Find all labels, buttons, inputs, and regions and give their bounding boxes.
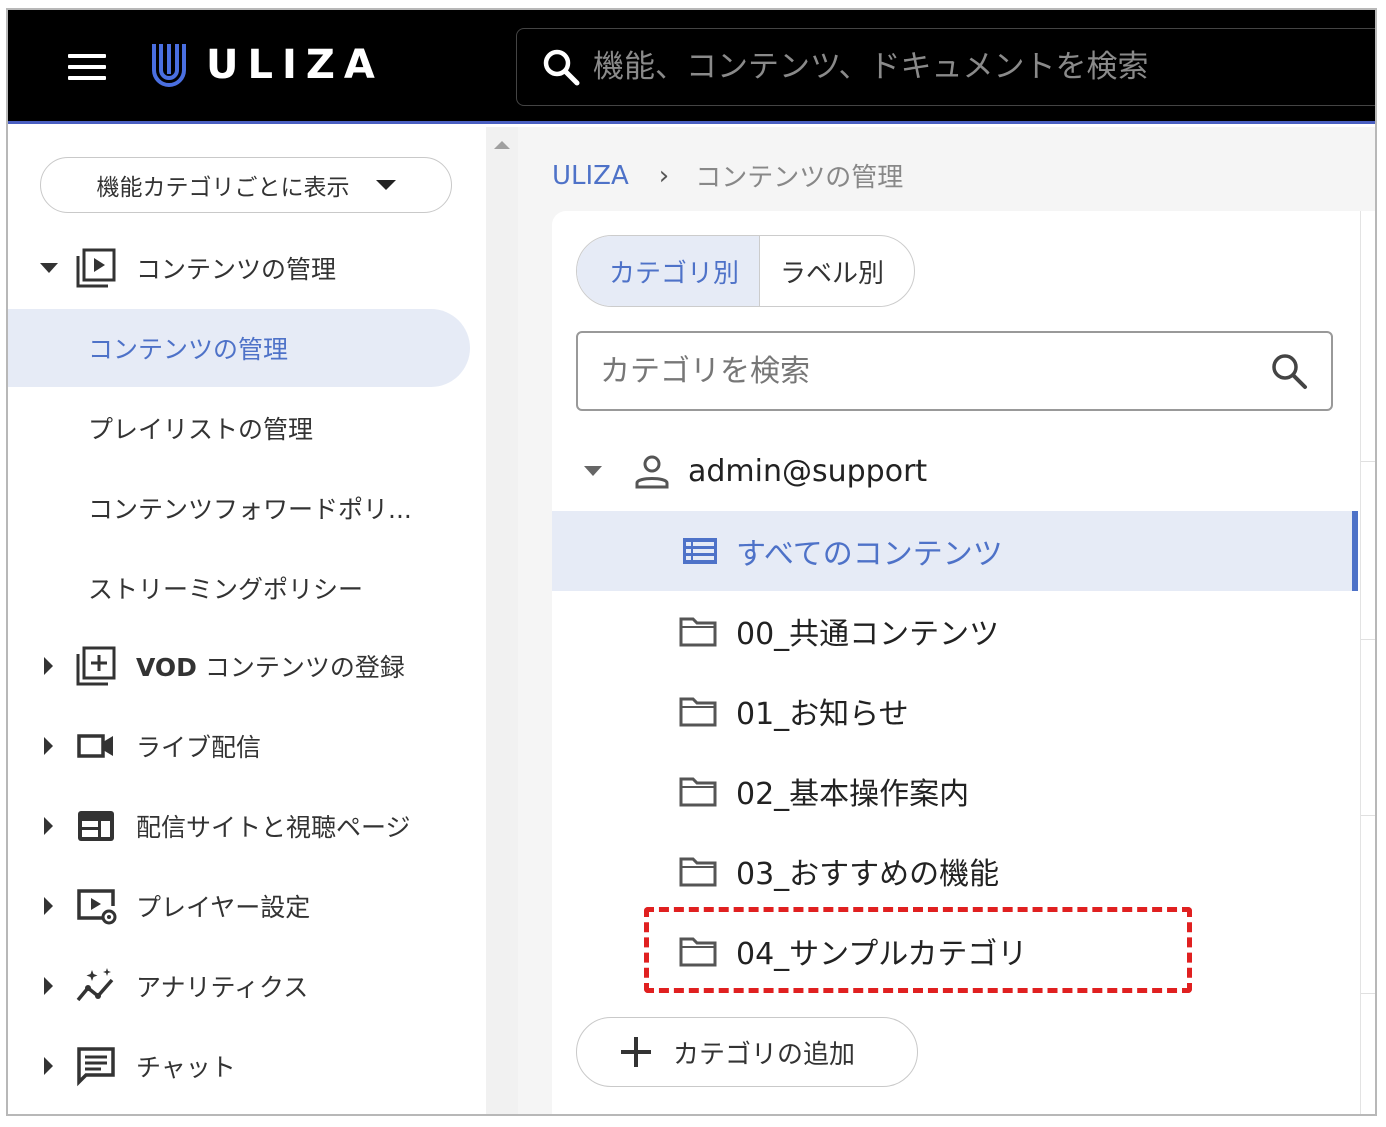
sidebar-item-content-forward-policy[interactable]: コンテンツフォワードポリ... <box>8 469 486 547</box>
category-panel: カテゴリ別 ラベル別 admin@support <box>552 211 1360 1114</box>
top-header: ULIZA <box>8 10 1375 124</box>
expand-arrow-icon <box>44 817 53 835</box>
tree-item-folder-sample[interactable]: 04_サンプルカテゴリ <box>552 911 1358 991</box>
sidebar-group-content-management[interactable]: コンテンツの管理 <box>8 229 486 307</box>
list-icon <box>683 538 717 564</box>
sidebar-group-sites[interactable]: 配信サイトと視聴ページ <box>8 787 486 865</box>
sidebar-group-label: コンテンツの管理 <box>136 255 337 284</box>
sidebar-group-live[interactable]: ライブ配信 <box>8 707 486 785</box>
add-library-icon <box>76 646 116 686</box>
breadcrumb-current: コンテンツの管理 <box>695 163 904 193</box>
sidebar-group-label: アナリティクス <box>136 973 309 1002</box>
divider <box>1361 639 1375 640</box>
folder-icon <box>679 697 717 727</box>
vod-label-rest: コンテンツの登録 <box>196 653 405 682</box>
sidebar-group-label: 配信サイトと視聴ページ <box>136 813 411 842</box>
sidebar-group-player[interactable]: プレイヤー設定 <box>8 867 486 945</box>
folder-icon <box>679 937 717 967</box>
app-window: ULIZA 機能カテゴリごとに表示 コンテンツの管理 コンテン <box>6 8 1377 1116</box>
sidebar-group-label: ライブ配信 <box>136 733 262 762</box>
tree-item-label: 02_基本操作案内 <box>736 777 970 812</box>
tree-item-folder[interactable]: 01_お知らせ <box>552 671 1358 751</box>
analytics-icon <box>76 968 114 1002</box>
folder-icon <box>679 777 717 807</box>
expand-arrow-icon <box>44 737 53 755</box>
tree-item-label: すべてのコンテンツ <box>736 537 1003 572</box>
search-icon <box>543 49 580 86</box>
tree-item-label: 03_おすすめの機能 <box>736 857 1000 892</box>
sidebar-group-analytics[interactable]: アナリティクス <box>8 947 486 1025</box>
sidebar-group-label: チャット <box>136 1053 236 1082</box>
expand-arrow-icon <box>44 897 53 915</box>
sidebar-group-vod-register[interactable]: VOD コンテンツの登録 <box>8 627 486 705</box>
sidebar-item-content-management[interactable]: コンテンツの管理 <box>8 309 470 387</box>
uliza-logo[interactable]: ULIZA <box>150 40 384 90</box>
expand-arrow-icon <box>40 263 58 273</box>
web-layout-icon <box>78 811 114 841</box>
video-library-icon <box>76 248 116 288</box>
sidebar-item-label: ストリーミングポリシー <box>88 575 364 604</box>
tree-item-label: 01_お知らせ <box>736 697 909 732</box>
sidebar-item-streaming-policy[interactable]: ストリーミングポリシー <box>8 549 486 627</box>
view-toggle: カテゴリ別 ラベル別 <box>576 235 916 307</box>
category-search[interactable] <box>576 331 1333 411</box>
folder-icon <box>679 617 717 647</box>
divider <box>1361 993 1375 994</box>
view-mode-label: 機能カテゴリごとに表示 <box>96 175 350 201</box>
add-category-label: カテゴリの追加 <box>673 1039 856 1070</box>
view-mode-select[interactable]: 機能カテゴリごとに表示 <box>40 157 452 213</box>
sidebar-scrollbar[interactable] <box>486 127 518 1114</box>
tree-item-folder[interactable]: 03_おすすめの機能 <box>552 831 1358 911</box>
expand-arrow-icon <box>44 977 53 995</box>
player-settings-icon <box>77 889 117 925</box>
person-icon <box>635 455 669 489</box>
tab-by-label[interactable]: ラベル別 <box>760 236 914 306</box>
main-content: ULIZA › コンテンツの管理 カテゴリ別 ラベル別 カテゴリを検索 admi… <box>518 127 1375 1114</box>
expand-arrow-icon <box>44 1057 53 1075</box>
plus-icon <box>621 1037 651 1067</box>
caret-down-icon <box>375 180 396 190</box>
breadcrumb-separator: › <box>658 160 670 191</box>
menu-icon[interactable] <box>68 54 106 80</box>
sidebar-item-label: コンテンツの管理 <box>88 335 289 364</box>
sidebar: 機能カテゴリごとに表示 コンテンツの管理 コンテンツの管理 プレイリストの管理 … <box>8 127 486 1114</box>
tree-item-label: 00_共通コンテンツ <box>736 617 1000 652</box>
search-icon[interactable] <box>1269 351 1309 391</box>
videocam-icon <box>77 734 113 758</box>
add-category-button[interactable]: カテゴリの追加 <box>576 1017 918 1087</box>
breadcrumb-root[interactable]: ULIZA <box>552 161 629 191</box>
tree-account-row[interactable]: admin@support <box>552 431 1358 511</box>
sidebar-item-label: プレイリストの管理 <box>88 415 314 444</box>
tree-item-folder[interactable]: 02_基本操作案内 <box>552 751 1358 831</box>
vod-label: VOD <box>136 653 197 682</box>
divider <box>1361 815 1375 816</box>
global-search-input[interactable] <box>593 49 1353 85</box>
sidebar-group-chat[interactable]: チャット <box>8 1027 486 1105</box>
sidebar-item-label: コンテンツフォワードポリ... <box>88 495 412 524</box>
tree-item-folder[interactable]: 00_共通コンテンツ <box>552 591 1358 671</box>
tree-item-all-contents[interactable]: すべてのコンテンツ <box>552 511 1358 591</box>
tree-item-label: 04_サンプルカテゴリ <box>736 937 1028 972</box>
sidebar-group-label: VOD コンテンツの登録 <box>136 648 405 684</box>
expand-arrow-icon <box>44 657 53 675</box>
account-label: admin@support <box>688 453 928 489</box>
uliza-logo-icon <box>152 44 186 87</box>
detail-panel-edge <box>1360 211 1375 1114</box>
sidebar-item-playlist-management[interactable]: プレイリストの管理 <box>8 389 486 467</box>
sidebar-group-label: プレイヤー設定 <box>136 893 311 922</box>
scroll-up-arrow-icon[interactable] <box>494 141 510 149</box>
chat-icon <box>77 1047 115 1087</box>
category-search-input[interactable] <box>600 353 1240 389</box>
expand-arrow-icon <box>584 466 602 476</box>
logo-text: ULIZA <box>206 42 384 88</box>
folder-icon <box>679 857 717 887</box>
divider <box>1361 461 1375 462</box>
breadcrumb: ULIZA › コンテンツの管理 <box>552 157 903 194</box>
global-search[interactable] <box>516 28 1375 106</box>
tab-by-category[interactable]: カテゴリ別 <box>577 236 761 306</box>
